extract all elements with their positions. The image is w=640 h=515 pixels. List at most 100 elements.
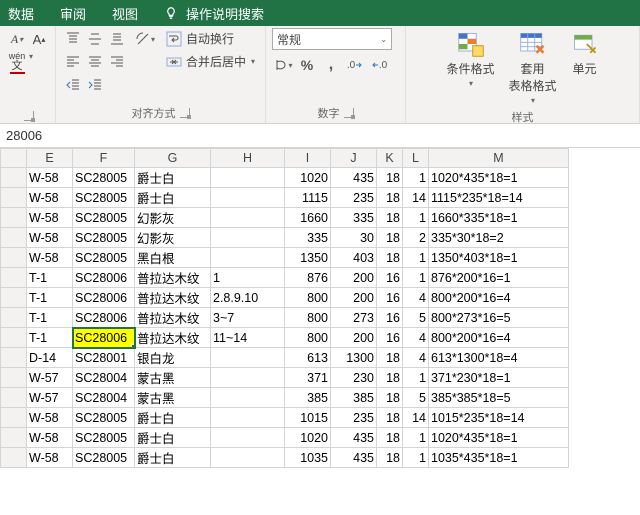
- row-header[interactable]: [1, 428, 27, 448]
- cell[interactable]: W-58: [27, 188, 73, 208]
- cell[interactable]: W-57: [27, 388, 73, 408]
- cell[interactable]: 435: [331, 448, 377, 468]
- increase-indent-icon[interactable]: [84, 74, 106, 96]
- cell[interactable]: 幻影灰: [135, 228, 211, 248]
- column-header[interactable]: I: [285, 149, 331, 168]
- cell[interactable]: 18: [377, 168, 403, 188]
- row-header[interactable]: [1, 228, 27, 248]
- cell[interactable]: 335: [285, 228, 331, 248]
- cell[interactable]: 16: [377, 328, 403, 348]
- tab-data[interactable]: 数据: [4, 0, 38, 27]
- cell[interactable]: 爵士白: [135, 448, 211, 468]
- cell[interactable]: W-58: [27, 228, 73, 248]
- cell[interactable]: 435: [331, 428, 377, 448]
- cell[interactable]: T-1: [27, 328, 73, 348]
- cell[interactable]: [211, 428, 285, 448]
- cell[interactable]: 蒙古黑: [135, 368, 211, 388]
- cell[interactable]: W-58: [27, 448, 73, 468]
- row-header[interactable]: [1, 248, 27, 268]
- cell[interactable]: W-58: [27, 208, 73, 228]
- cell[interactable]: 18: [377, 348, 403, 368]
- cell[interactable]: SC28006: [73, 308, 135, 328]
- row-header[interactable]: [1, 268, 27, 288]
- cell[interactable]: T-1: [27, 268, 73, 288]
- cell[interactable]: 5: [403, 308, 429, 328]
- dialog-launcher-icon[interactable]: [344, 108, 354, 118]
- percent-format-button[interactable]: %: [296, 54, 318, 76]
- column-header[interactable]: E: [27, 149, 73, 168]
- cell[interactable]: 1: [403, 208, 429, 228]
- format-as-table-button[interactable]: 套用 表格格式▾: [505, 28, 561, 107]
- cell[interactable]: 1: [403, 448, 429, 468]
- row-header[interactable]: [1, 328, 27, 348]
- cell[interactable]: 435: [331, 168, 377, 188]
- cell[interactable]: [211, 228, 285, 248]
- cell[interactable]: 1115: [285, 188, 331, 208]
- cell[interactable]: 385: [331, 388, 377, 408]
- cell[interactable]: 613: [285, 348, 331, 368]
- cell[interactable]: 爵士白: [135, 428, 211, 448]
- cell[interactable]: 385: [285, 388, 331, 408]
- cell[interactable]: 16: [377, 288, 403, 308]
- cell[interactable]: 800*200*16=4: [429, 288, 569, 308]
- phonetic-guide-button[interactable]: wén 文: [6, 52, 28, 74]
- align-bottom-icon[interactable]: [106, 28, 128, 50]
- cell[interactable]: 11~14: [211, 328, 285, 348]
- cell[interactable]: 1: [403, 168, 429, 188]
- cell[interactable]: SC28006: [73, 268, 135, 288]
- cell[interactable]: 18: [377, 388, 403, 408]
- cell[interactable]: W-58: [27, 428, 73, 448]
- cell[interactable]: 幻影灰: [135, 208, 211, 228]
- cell[interactable]: 1: [403, 248, 429, 268]
- cell[interactable]: 1020*435*18=1: [429, 428, 569, 448]
- cell[interactable]: D-14: [27, 348, 73, 368]
- cell[interactable]: 200: [331, 288, 377, 308]
- cell[interactable]: [211, 348, 285, 368]
- cell[interactable]: 普拉达木纹: [135, 328, 211, 348]
- cell[interactable]: 1035: [285, 448, 331, 468]
- cell[interactable]: 2.8.9.10: [211, 288, 285, 308]
- cell[interactable]: 16: [377, 268, 403, 288]
- row-header[interactable]: [1, 388, 27, 408]
- cell[interactable]: 2: [403, 228, 429, 248]
- cell[interactable]: 蒙古黑: [135, 388, 211, 408]
- decrease-indent-icon[interactable]: [62, 74, 84, 96]
- cell[interactable]: SC28005: [73, 428, 135, 448]
- cell[interactable]: 18: [377, 408, 403, 428]
- align-middle-icon[interactable]: [84, 28, 106, 50]
- cell-styles-button[interactable]: 单元: [567, 28, 603, 79]
- cell[interactable]: 800: [285, 328, 331, 348]
- cell[interactable]: 1350*403*18=1: [429, 248, 569, 268]
- comma-format-button[interactable]: ,: [320, 54, 342, 76]
- dialog-launcher-icon[interactable]: [180, 108, 190, 118]
- cell[interactable]: 273: [331, 308, 377, 328]
- cell[interactable]: 18: [377, 248, 403, 268]
- cell[interactable]: 16: [377, 308, 403, 328]
- row-header[interactable]: [1, 408, 27, 428]
- column-header[interactable]: J: [331, 149, 377, 168]
- cell[interactable]: 230: [331, 368, 377, 388]
- orientation-button[interactable]: ▾: [134, 28, 156, 50]
- cell[interactable]: 普拉达木纹: [135, 288, 211, 308]
- cell[interactable]: SC28005: [73, 248, 135, 268]
- column-header[interactable]: L: [403, 149, 429, 168]
- chevron-down-icon[interactable]: ▾: [29, 52, 33, 74]
- row-header[interactable]: [1, 308, 27, 328]
- cell[interactable]: 1015*235*18=14: [429, 408, 569, 428]
- cell[interactable]: 403: [331, 248, 377, 268]
- cell[interactable]: 876: [285, 268, 331, 288]
- cell[interactable]: 1: [403, 368, 429, 388]
- cell[interactable]: 1660*335*18=1: [429, 208, 569, 228]
- cell[interactable]: 1: [211, 268, 285, 288]
- accounting-format-button[interactable]: ▾: [272, 54, 294, 76]
- worksheet-grid[interactable]: EFGHIJKLMW-58SC28005爵士白10204351811020*43…: [0, 148, 640, 468]
- cell[interactable]: 18: [377, 448, 403, 468]
- dialog-launcher-icon[interactable]: [24, 111, 34, 121]
- row-header[interactable]: [1, 448, 27, 468]
- align-left-icon[interactable]: [62, 51, 84, 73]
- wrap-text-button[interactable]: 自动换行: [162, 28, 259, 49]
- column-header[interactable]: G: [135, 149, 211, 168]
- cell[interactable]: 335*30*18=2: [429, 228, 569, 248]
- cell[interactable]: 385*385*18=5: [429, 388, 569, 408]
- cell[interactable]: [211, 188, 285, 208]
